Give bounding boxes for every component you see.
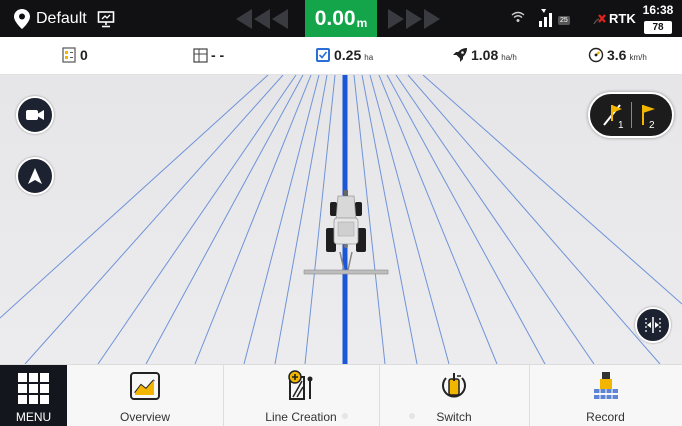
satellite-signal-icon <box>539 9 552 27</box>
switch-button[interactable]: Switch <box>379 365 529 426</box>
clock-battery: 16:38 78 <box>640 3 676 35</box>
work-rate-unit: ha/h <box>501 52 517 62</box>
clock-time: 16:38 <box>642 3 674 17</box>
camera-icon <box>26 110 44 120</box>
record-button[interactable]: Record <box>529 365 682 426</box>
speed-item: 3.6 km/h <box>588 47 647 63</box>
tractor-vehicle-icon <box>303 190 389 275</box>
wifi-icon <box>511 11 525 22</box>
projection-screen-icon[interactable] <box>97 10 115 28</box>
menu-label: MENU <box>15 410 52 424</box>
area-item: 0.25 ha <box>315 47 373 63</box>
area-value: 0.25 <box>334 47 362 63</box>
line-count-value: 0 <box>80 47 88 63</box>
record-label: Record <box>586 410 625 424</box>
navigation-arrow-icon <box>28 168 42 184</box>
center-align-icon <box>645 317 661 333</box>
switch-label: Switch <box>436 410 472 424</box>
ab-point-2-label: 2 <box>649 120 655 129</box>
guidance-map[interactable]: 1 2 <box>0 75 682 364</box>
rtk-status: RTK <box>593 11 636 26</box>
speed-value: 0.00 <box>314 6 356 30</box>
steer-right-arrows-icon[interactable] <box>380 8 444 30</box>
vehicle-speed-value: 3.6 <box>607 47 627 63</box>
profile-name: Default <box>36 10 87 27</box>
ab-point-1-icon: 1 <box>602 104 624 129</box>
field-item: - - <box>193 47 224 63</box>
speed-unit: m <box>356 15 368 30</box>
line-creation-button[interactable]: Line Creation <box>223 365 379 426</box>
overview-chart-icon <box>130 372 160 400</box>
field-value: - - <box>211 47 225 63</box>
ab-point-1-label: 1 <box>618 120 624 129</box>
steer-left-arrows-icon[interactable] <box>232 8 296 30</box>
battery-level: 78 <box>644 21 672 34</box>
center-align-button[interactable] <box>635 307 671 343</box>
satellite-signal: 25 <box>538 8 570 28</box>
switch-icon <box>442 373 466 398</box>
area-icon <box>316 48 330 62</box>
work-rate-value: 1.08 <box>471 47 499 63</box>
bottom-navigation: MENU Overview Line Creation Switch Recor… <box>0 364 682 426</box>
satellite-count: 25 <box>558 16 570 25</box>
camera-button[interactable] <box>16 96 54 134</box>
rtk-label: RTK <box>609 11 636 26</box>
field-grid-icon <box>193 47 208 63</box>
overview-button[interactable]: Overview <box>67 365 223 426</box>
speed-display: 0.00 m <box>305 0 377 37</box>
speedometer-icon <box>588 47 604 63</box>
profile-selector[interactable]: Default <box>14 7 115 31</box>
area-unit: ha <box>364 52 374 62</box>
line-creation-icon <box>288 370 313 400</box>
page-indicator-dot <box>342 413 348 419</box>
page-indicator-dot <box>409 413 415 419</box>
ab-separator <box>630 102 632 128</box>
overview-label: Overview <box>119 410 170 424</box>
ab-line-button[interactable]: 1 2 <box>588 92 674 138</box>
line-creation-label: Line Creation <box>265 410 337 424</box>
work-rate-item: 1.08 ha/h <box>452 47 517 63</box>
vehicle-speed-unit: km/h <box>629 52 647 62</box>
location-pin-icon <box>14 9 30 29</box>
line-list-icon <box>62 47 76 63</box>
ab-point-2-icon: 2 <box>641 105 655 129</box>
rocket-icon <box>453 48 467 62</box>
rtk-error-icon <box>593 13 606 24</box>
work-info-bar: 0 - - 0.25 ha 1.08 ha/h 3.6 km/h <box>0 37 682 75</box>
menu-grid-icon <box>18 373 50 405</box>
line-count-item: 0 <box>62 47 88 63</box>
navigation-button[interactable] <box>16 157 54 195</box>
status-bar: Default 0.00 m 25 RTK 16:38 78 <box>0 0 682 37</box>
record-icon <box>593 372 618 399</box>
menu-button[interactable]: MENU <box>0 365 67 426</box>
